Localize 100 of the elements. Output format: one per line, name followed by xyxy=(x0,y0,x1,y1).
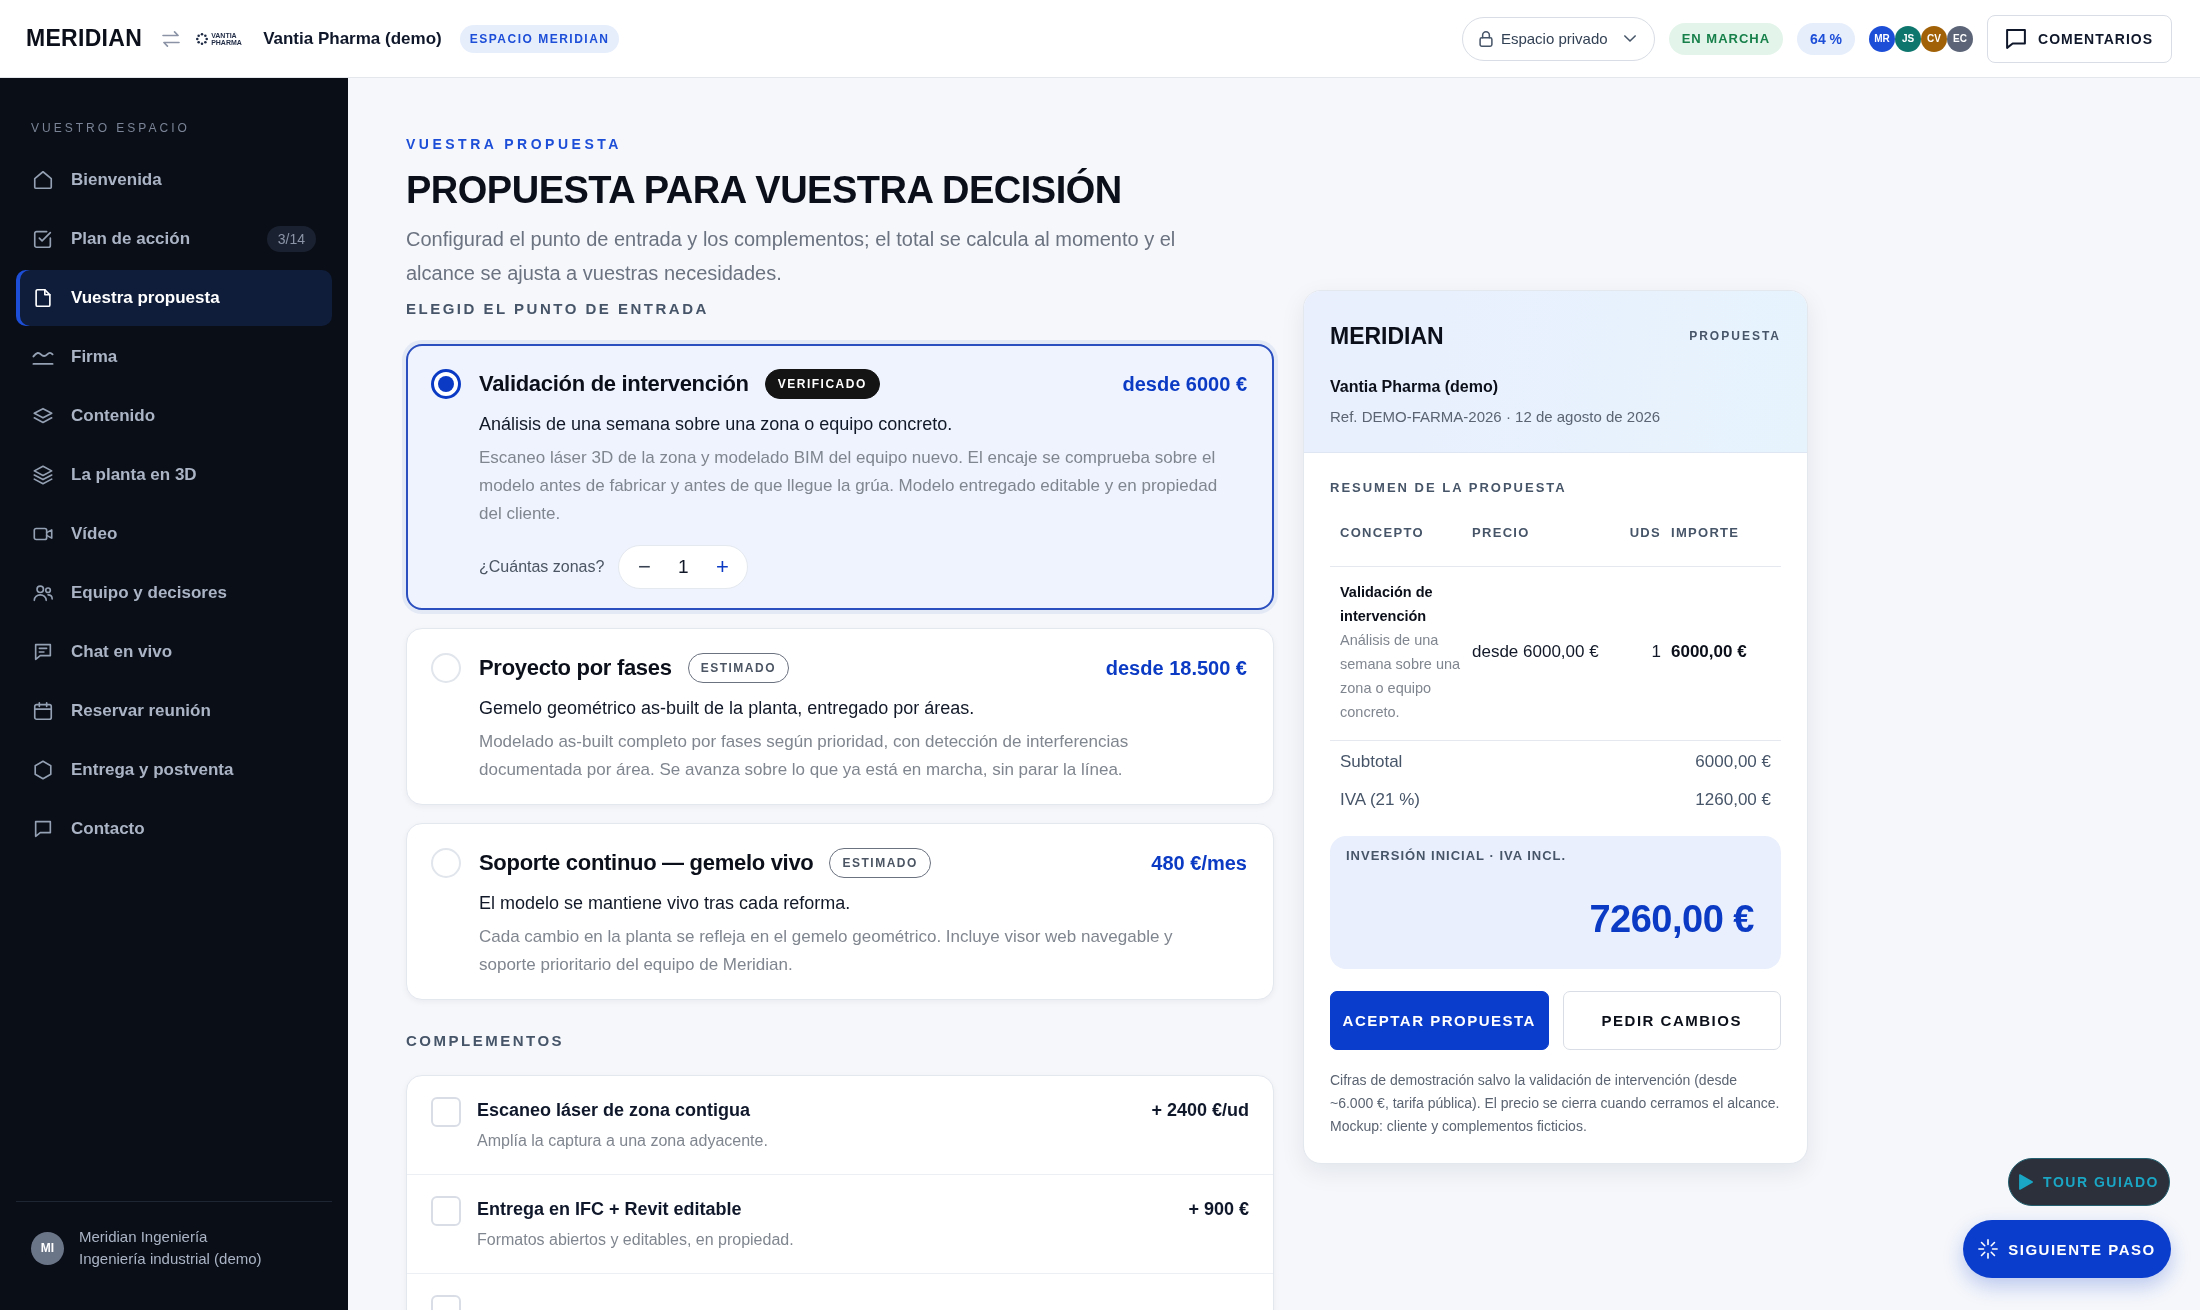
sidebar-item[interactable]: La planta en 3D xyxy=(16,447,332,503)
workspace-badge: ESPACIO MERIDIAN xyxy=(459,24,620,53)
accept-button[interactable]: ACEPTAR PROPUESTA xyxy=(1330,991,1549,1050)
option-title: Soporte continuo — gemelo vivo xyxy=(479,850,814,876)
option-price: desde 18.500 € xyxy=(1105,656,1247,680)
avatar[interactable]: MR xyxy=(1869,25,1896,52)
quantity-value: 1 xyxy=(677,556,690,578)
sidebar-item[interactable]: Firma xyxy=(16,329,332,385)
client-name: Vantia Pharma (demo) xyxy=(263,28,442,49)
column-header: CONCEPTO xyxy=(1340,525,1425,541)
addon-description: Formatos abiertos y editables, en propiedad. xyxy=(477,1230,795,1250)
column-header: IMPORTE xyxy=(1671,525,1741,541)
speech-bubble-icon xyxy=(32,818,54,840)
addon-title: Escaneo láser de zona contigua xyxy=(477,1099,751,1121)
brand-logo: MERIDIAN xyxy=(26,25,143,52)
option-description: Modelado as-built completo por fases según prioridad, con detección de interferencias documentada por área. Se avanza sobre lo que ya está en marcha, sin parar la línea. xyxy=(479,731,1130,781)
eyebrow-label: VUESTRA PROPUESTA xyxy=(406,136,623,152)
concept-detail: Análisis de una semana sobre una zona o equipo concreto. xyxy=(1340,631,1462,722)
lock-icon xyxy=(1478,30,1493,47)
total-label: Subtotal xyxy=(1340,752,1403,772)
calendar-icon xyxy=(32,700,54,722)
option-summary: Gemelo geométrico as-built de la planta, entregado por áreas. xyxy=(479,697,976,720)
sidebar-item[interactable]: Bienvenida xyxy=(16,152,332,208)
request-changes-button[interactable]: PEDIR CAMBIOS xyxy=(1562,991,1781,1050)
play-icon xyxy=(2019,1174,2034,1190)
hexagon-icon xyxy=(32,759,54,781)
sidebar-item[interactable]: Contacto xyxy=(16,801,332,857)
table-cell-text: desde 6000,00 € xyxy=(1472,642,1600,662)
avatar[interactable]: JS xyxy=(1895,25,1922,52)
status-badge: EN MARCHA xyxy=(1668,22,1784,55)
comments-button[interactable]: COMENTARIOS xyxy=(1987,14,2172,63)
avatar[interactable]: CV xyxy=(1921,25,1948,52)
avatar: MI xyxy=(31,1231,64,1265)
table-cell-text: 1 xyxy=(1650,642,1661,662)
addon-price: + 900 € xyxy=(1188,1198,1249,1220)
status-tag: VERIFICADO xyxy=(764,369,880,399)
sidebar-item[interactable]: Contenido xyxy=(16,388,332,444)
tour-button[interactable]: TOUR GUIADO xyxy=(2008,1158,2170,1206)
total-amount: 7260,00 € xyxy=(1588,897,1754,942)
addon-price: + 2400 €/ud xyxy=(1151,1099,1249,1121)
addon-title: Entrega en IFC + Revit editable xyxy=(477,1198,742,1220)
document-label: PROPUESTA xyxy=(1689,329,1781,343)
section-label: ELEGID EL PUNTO DE ENTRADA xyxy=(406,300,710,318)
column-header: UDS xyxy=(1628,525,1661,541)
quantity-label: ¿Cuántas zonas? xyxy=(479,558,605,576)
checkbox[interactable] xyxy=(431,1196,461,1226)
sidebar-item[interactable]: Reservar reunión xyxy=(16,683,332,739)
checkbox[interactable] xyxy=(431,1097,461,1127)
sparkle-icon xyxy=(1978,1239,1999,1259)
stacked-layers-icon xyxy=(32,464,54,486)
intro-text: Configurad el punto de entrada y los complementos; el total se calcula al momento y el alcance se ajusta a vuestras necesidades. xyxy=(406,227,1177,286)
privacy-dropdown[interactable]: Espacio privado xyxy=(1461,16,1655,61)
column-header: PRECIO xyxy=(1472,525,1531,541)
sidebar-item[interactable]: Vuestra propuesta xyxy=(16,270,332,326)
concept-name: Validación de intervención xyxy=(1340,583,1434,626)
page-title: PROPUESTA PARA VUESTRA DECISIÓN xyxy=(406,167,1123,213)
disclaimer-text: Cifras de demostración salvo la validación de intervención (desde ~6.000 €, tarifa pública). El precio se cierra cuando cerramos el alcance. Mockup: cliente y complementos ficticios. xyxy=(1330,1071,1781,1136)
sidebar-item[interactable]: Chat en vivo xyxy=(16,624,332,680)
section-label: RESUMEN DE LA PROPUESTA xyxy=(1330,479,1568,497)
addon-description: Amplía la captura a una zona adyacente. xyxy=(477,1131,769,1151)
home-icon xyxy=(32,169,54,191)
document-icon xyxy=(32,287,54,309)
brand-logo: MERIDIAN xyxy=(1330,322,1444,350)
chat-icon xyxy=(32,641,54,663)
reference-text: Ref. DEMO-FARMA-2026 · 12 de agosto de 2026 xyxy=(1330,407,1662,427)
option-title: Validación de intervención xyxy=(479,371,749,397)
account-subtitle: Ingeniería industrial (demo) xyxy=(79,1249,262,1269)
section-label: COMPLEMENTOS xyxy=(406,1032,566,1050)
count-badge: 3/14 xyxy=(266,226,316,252)
client-name: Vantia Pharma (demo) xyxy=(1330,377,1500,397)
checkbox-icon xyxy=(32,228,54,250)
option-title: Proyecto por fases xyxy=(479,655,672,681)
option-summary: El modelo se mantiene vivo tras cada reforma. xyxy=(479,892,852,915)
total-value: 6000,00 € xyxy=(1695,752,1771,772)
avatar[interactable]: EC xyxy=(1947,25,1974,52)
total-label: IVA (21 %) xyxy=(1340,790,1420,810)
total-value: 1260,00 € xyxy=(1695,790,1771,810)
option-card[interactable] xyxy=(406,344,1274,610)
sidebar-item[interactable]: Plan de acción 3/14 xyxy=(16,211,332,267)
people-icon xyxy=(32,582,54,604)
account-name: Meridian Ingeniería xyxy=(79,1227,209,1247)
option-summary: Análisis de una semana sobre una zona o equipo concreto. xyxy=(479,413,954,436)
radio-button[interactable] xyxy=(431,369,461,399)
progress-badge: 64 % xyxy=(1797,22,1856,55)
increment-button[interactable]: + xyxy=(705,551,740,583)
quantity-stepper[interactable]: − 1 + xyxy=(618,545,749,589)
sidebar-item[interactable]: Equipo y decisores xyxy=(16,565,332,621)
speech-bubble-icon xyxy=(2006,28,2027,49)
option-price: 480 €/mes xyxy=(1151,851,1247,875)
sidebar-item[interactable]: Vídeo xyxy=(16,506,332,562)
next-step-button[interactable]: SIGUIENTE PASO xyxy=(1963,1220,2171,1278)
option-description: Cada cambio en la planta se refleja en el gemelo geométrico. Incluye visor web navegable y soporte prioritario del equipo de Meridian. xyxy=(479,926,1174,976)
chevron-down-icon xyxy=(1623,35,1636,42)
option-description: Escaneo láser 3D de la zona y modelado BIM del equipo nuevo. El encaje se comprueba sobre el modelo antes de fabricar y antes de que llegue la grúa. Modelo entregado editable y en propiedad del cliente. xyxy=(479,447,1219,525)
decrement-button[interactable]: − xyxy=(627,551,662,583)
option-price: desde 6000 € xyxy=(1122,372,1247,396)
sidebar-item[interactable]: Entrega y postventa xyxy=(16,742,332,798)
table-cell-text: 6000,00 € xyxy=(1671,642,1748,662)
section-label: VUESTRO ESPACIO xyxy=(31,120,191,136)
total-label: INVERSIÓN INICIAL · IVA INCL. xyxy=(1346,848,1568,864)
